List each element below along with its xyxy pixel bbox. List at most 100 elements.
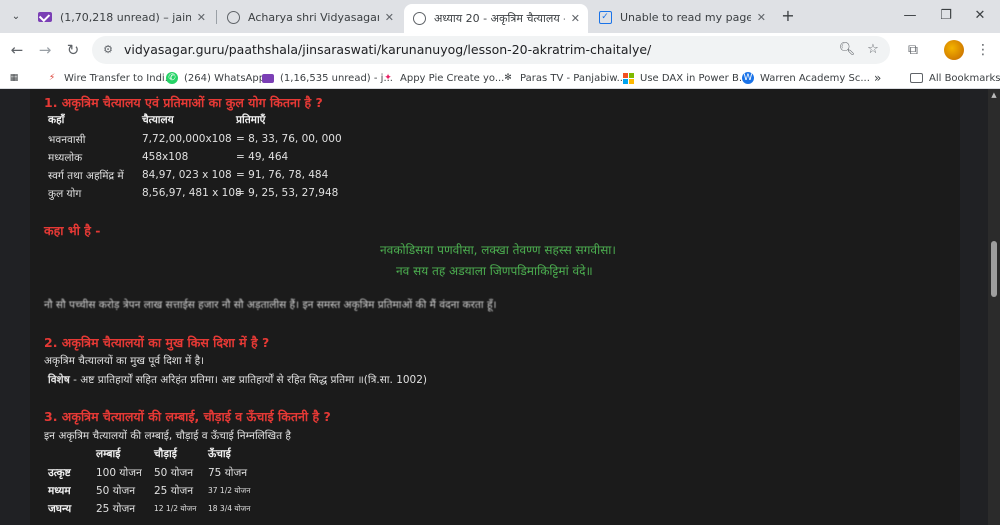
q3-row3-width: 12 1/2 योजन — [154, 504, 197, 513]
paras-tv-icon: ✻ — [504, 73, 512, 83]
forward-arrow-icon[interactable]: → — [34, 39, 56, 61]
q3-row1-label: उत्कृष्ट — [48, 467, 71, 479]
page-viewport: 1. अकृत्रिम चैत्यालय एवं प्रतिमाओं का कु… — [0, 89, 988, 525]
checkbox-icon: ✓ — [598, 10, 612, 24]
apps-grid-icon[interactable]: ▦ — [8, 70, 26, 86]
verse-line-2: नव सय तह अडयाला जिणपडिमाकिट्टिमां वंदे॥ — [396, 264, 593, 278]
tab-search-icon[interactable]: ⌄ — [6, 7, 26, 27]
tab-title: Unable to read my pages in dar — [620, 10, 751, 24]
site-settings-icon[interactable]: ⚙ — [100, 42, 116, 58]
q3-row3-height: 18 3/4 योजन — [208, 504, 251, 513]
warren-academy-icon: W — [742, 72, 754, 84]
bookmark-dax-power-bi[interactable]: Use DAX in Power B... — [622, 70, 748, 86]
verse-line-1: नवकोडिसया पणवीसा, लक्खा तेवण्ण सहस्स सगव… — [380, 243, 616, 257]
url-text[interactable]: vidyasagar.guru/paathshala/jinsaraswati/… — [124, 42, 651, 57]
q1-row3-col3: = 91, 76, 78, 484 — [236, 169, 329, 181]
close-icon[interactable]: ✕ — [757, 11, 766, 24]
address-bar[interactable]: ⚙ vidyasagar.guru/paathshala/jinsaraswat… — [92, 36, 890, 64]
tab-title: Acharya shri Vidyasagar ji Maha — [248, 10, 379, 24]
folder-icon — [910, 73, 923, 83]
q3-row3-label: जघन्य — [48, 503, 72, 515]
q1-row1-col3: = 8, 33, 76, 00, 000 — [236, 133, 342, 145]
q3-row2-label: मध्यम — [48, 485, 71, 497]
wire-transfer-icon: ⚡ — [48, 73, 56, 83]
globe-icon — [412, 12, 426, 26]
tab-strip: ⌄ (1,70,218 unread) – jain.saurabh ✕ Ach… — [0, 0, 1000, 33]
more-bookmarks-chevron-icon[interactable]: » — [874, 70, 881, 86]
q1-row1-col1: भवनवासी — [48, 134, 86, 146]
close-window-button[interactable]: ✕ — [970, 6, 990, 26]
q3-row2-height: 37 1/2 योजन — [208, 486, 251, 495]
vishesh-label: विशेष — [48, 374, 70, 386]
tab-divider — [216, 10, 217, 24]
tab-title: अध्याय 20 - अकृत्रिम चैत्यालय - कर — [434, 12, 565, 25]
q1-row4-col2: 8,56,97, 481 x 108 — [142, 187, 242, 199]
menu-dots-icon[interactable]: ⋮ — [972, 39, 994, 61]
minimize-button[interactable]: — — [900, 6, 920, 26]
q3-row2-width: 25 योजन — [154, 485, 194, 497]
reload-icon[interactable]: ↻ — [62, 39, 84, 61]
q2-heading: 2. अकृत्रिम चैत्यालयों का मुख किस दिशा म… — [44, 335, 270, 350]
q3-row1-length: 100 योजन — [96, 467, 142, 479]
q3-row1-width: 50 योजन — [154, 467, 194, 479]
browser-toolbar: ← → ↻ ⚙ vidyasagar.guru/paathshala/jinsa… — [0, 33, 1000, 66]
q3-col-height: ऊँचाई — [208, 448, 231, 460]
close-icon[interactable]: ✕ — [197, 11, 206, 24]
bookmark-whatsapp[interactable]: ✆ (264) WhatsApp — [166, 70, 265, 86]
tab-lesson-20[interactable]: अध्याय 20 - अकृत्रिम चैत्यालय - कर ✕ — [404, 4, 588, 33]
q1-row3-col2: 84,97, 023 x 108 — [142, 169, 232, 181]
appy-pie-icon: ✦ — [384, 73, 392, 83]
q1-row1-col2: 7,72,00,000x108 — [142, 133, 232, 145]
q1-col-pratimayen: प्रतिमाएँ — [236, 114, 266, 126]
q1-heading: 1. अकृत्रिम चैत्यालय एवं प्रतिमाओं का कु… — [44, 95, 323, 110]
q1-row4-col1: कुल योग — [48, 188, 82, 200]
extensions-icon[interactable]: ⧉ — [902, 39, 924, 61]
tab-gmail[interactable]: (1,70,218 unread) – jain.saurabh ✕ — [30, 4, 214, 30]
q1-row2-col2: 458x108 — [142, 151, 189, 163]
tab-unable-to-read[interactable]: ✓ Unable to read my pages in dar ✕ — [590, 4, 774, 30]
q1-row3-col1: स्वर्ग तथा अहमिंद्र में — [48, 170, 124, 182]
q3-intro: इन अकृत्रिम चैत्यालयों की लम्बाई, चौड़ाई… — [44, 430, 291, 442]
q2-vishesh: विशेष - अष्ट प्रातिहार्यों सहित अरिहंत प… — [48, 373, 427, 387]
q1-row2-col1: मध्यलोक — [48, 152, 83, 164]
bookmark-wire-transfer[interactable]: ⚡ Wire Transfer to Indi... — [46, 70, 174, 86]
gmail-icon — [38, 10, 52, 24]
gmail-icon — [262, 72, 274, 84]
close-icon[interactable]: ✕ — [571, 12, 580, 25]
microsoft-icon — [622, 72, 634, 84]
bookmark-appy-pie[interactable]: ✦ Appy Pie Create yo... — [382, 70, 504, 86]
new-tab-button[interactable]: + — [778, 6, 798, 26]
bookmark-gmail[interactable]: (1,16,535 unread) - j... — [262, 70, 393, 86]
tab-acharya[interactable]: Acharya shri Vidyasagar ji Maha ✕ — [218, 4, 402, 30]
bookmarks-bar: ▦ ⚡ Wire Transfer to Indi... ✆ (264) Wha… — [0, 66, 1000, 89]
zoom-icon[interactable]: 🔍︎ — [838, 41, 856, 59]
q3-col-length: लम्बाई — [96, 448, 121, 460]
back-arrow-icon[interactable]: ← — [6, 39, 28, 61]
q3-row1-height: 75 योजन — [208, 467, 248, 479]
verse-meaning: नौ सौ पच्चीस करोड़ त्रेपन लाख सत्ताईस हज… — [44, 299, 497, 311]
q1-col-chaityalay: चैत्यालय — [142, 114, 174, 126]
article-body: 1. अकृत्रिम चैत्यालय एवं प्रतिमाओं का कु… — [30, 89, 960, 525]
q1-row2-col3: = 49, 464 — [236, 151, 289, 163]
globe-icon — [226, 10, 240, 24]
vishesh-text: - अष्ट प्रातिहार्यों सहित अरिहंत प्रतिमा… — [69, 374, 428, 386]
whatsapp-icon: ✆ — [166, 72, 178, 84]
tab-title: (1,70,218 unread) – jain.saurabh — [60, 10, 191, 24]
bookmark-star-icon[interactable]: ☆ — [864, 41, 882, 59]
profile-avatar[interactable] — [944, 40, 964, 60]
q2-answer: अकृत्रिम चैत्यालयों का मुख पूर्व दिशा मे… — [44, 355, 205, 367]
q1-row4-col3: = 9, 25, 53, 27,948 — [236, 187, 339, 199]
restore-button[interactable]: ❐ — [936, 6, 956, 26]
page-scrollbar[interactable]: ▲ — [988, 89, 1000, 525]
bookmark-warren-academy[interactable]: W Warren Academy Sc... — [742, 70, 870, 86]
q1-col-where: कहाँ — [48, 114, 65, 126]
close-icon[interactable]: ✕ — [385, 11, 394, 24]
bookmark-paras-tv[interactable]: ✻ Paras TV - Panjabiw... — [502, 70, 626, 86]
all-bookmarks-button[interactable]: All Bookmarks — [910, 70, 1000, 86]
scrollbar-thumb[interactable] — [991, 241, 997, 297]
q3-row3-length: 25 योजन — [96, 503, 136, 515]
q3-col-width: चौड़ाई — [154, 448, 177, 460]
kaha-bhi-heading: कहा भी है - — [44, 223, 101, 238]
q3-heading: 3. अकृत्रिम चैत्यालयों की लम्बाई, चौड़ाई… — [44, 409, 331, 424]
scroll-up-arrow-icon[interactable]: ▲ — [990, 91, 998, 99]
